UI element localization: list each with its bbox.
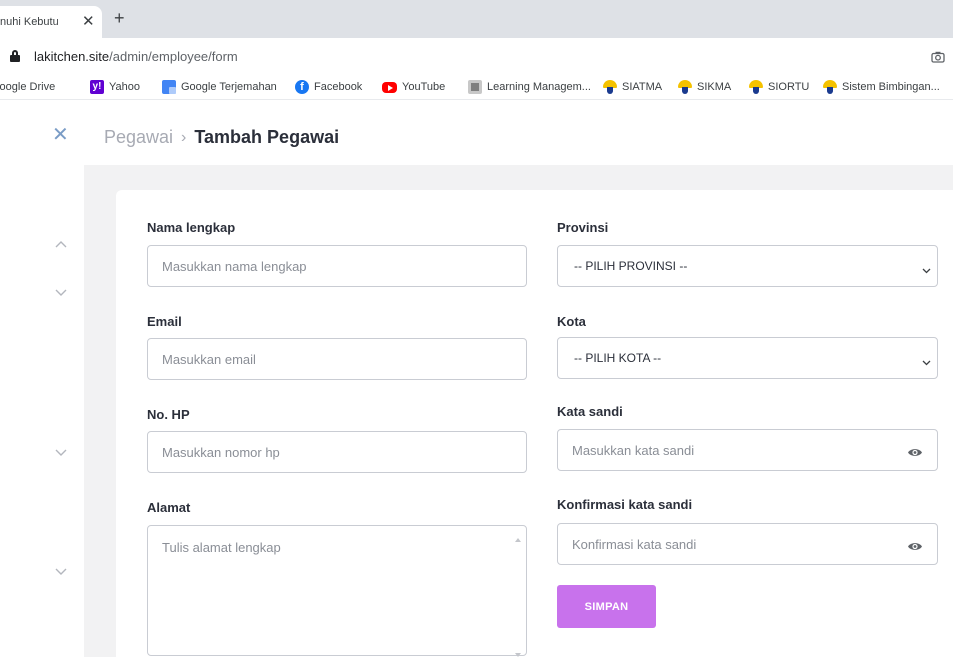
bookmark-google-translate[interactable]: Google Terjemahan [162,79,277,95]
youtube-icon [382,82,397,93]
address-bar[interactable]: lakitchen.site/admin/employee/form [0,38,953,74]
chevron-down-icon[interactable] [55,568,67,580]
kota-selected-value: -- PILIH KOTA -- [574,351,662,365]
new-tab-button[interactable]: + [114,8,125,29]
camera-icon[interactable] [931,50,945,63]
scroll-down-icon[interactable] [514,645,522,657]
atma-icon [603,80,617,94]
close-icon[interactable]: ✕ [52,125,69,145]
chevron-down-icon[interactable] [55,289,67,301]
bookmark-siortu[interactable]: SIORTU [749,79,809,95]
bookmark-sistem-bimbingan[interactable]: Sistem Bimbingan... [823,79,940,95]
kota-label: Kota [557,314,586,329]
bookmark-siatma[interactable]: SIATMA [603,79,662,95]
bookmark-label: SIATMA [622,81,663,93]
simpan-button[interactable]: SIMPAN [557,585,656,628]
hp-input[interactable] [148,432,526,472]
bookmark-label: Google Terjemahan [181,81,277,93]
yahoo-icon: y! [90,80,104,94]
url-text[interactable]: lakitchen.site/admin/employee/form [34,49,238,64]
hp-label: No. HP [147,407,190,422]
bookmark-label: Learning Managem... [487,81,591,93]
scroll-up-icon[interactable] [514,530,522,542]
nama-label: Nama lengkap [147,220,236,235]
bookmark-sikma[interactable]: SIKMA [678,79,731,95]
sandi-label: Kata sandi [557,404,623,419]
page-title: Tambah Pegawai [194,127,340,147]
eye-icon[interactable] [907,445,923,456]
browser-tab[interactable]: nuhi Kebutu ✕ [0,6,102,38]
bookmark-google-drive[interactable]: Google Drive [0,79,55,95]
sandi-field[interactable] [557,429,938,471]
kota-select[interactable]: -- PILIH KOTA -- [557,337,938,379]
alamat-textarea[interactable] [148,526,526,655]
bookmark-learning-management[interactable]: Learning Managem... [468,79,591,95]
bookmark-label: Yahoo [109,81,140,93]
bookmark-label: YouTube [402,81,446,93]
chevron-down-icon [922,262,931,274]
konfirmasi-input[interactable] [558,524,937,564]
nama-input[interactable] [148,246,526,286]
tab-close-icon[interactable]: ✕ [82,12,95,30]
provinsi-selected-value: -- PILIH PROVINSI -- [574,259,688,273]
url-host: lakitchen.site [34,49,110,64]
provinsi-label: Provinsi [557,220,609,235]
konfirmasi-label: Konfirmasi kata sandi [557,497,693,512]
chevron-up-icon[interactable] [55,240,67,252]
url-path: /admin/employee/form [109,49,238,64]
email-input[interactable] [148,339,526,379]
alamat-field[interactable] [147,525,527,657]
tab-title: nuhi Kebutu [0,16,72,28]
browser-tab-strip: nuhi Kebutu ✕ + [0,0,953,38]
chevron-down-icon[interactable] [55,449,67,461]
provinsi-select[interactable]: -- PILIH PROVINSI -- [557,245,938,287]
bookmark-facebook[interactable]: f Facebook [295,79,362,95]
alamat-label: Alamat [147,500,191,515]
atma-icon [823,80,837,94]
bookmark-label: SIKMA [697,81,732,93]
hp-field[interactable] [147,431,527,473]
learning-management-icon [468,80,482,94]
breadcrumb-separator: › [181,128,187,146]
breadcrumb: Pegawai › Tambah Pegawai [104,127,339,148]
sandi-input[interactable] [558,430,937,470]
email-label: Email [147,314,182,329]
chevron-down-icon [922,354,931,366]
eye-icon[interactable] [907,539,923,550]
nama-field[interactable] [147,245,527,287]
bookmark-label: Facebook [314,81,363,93]
konfirmasi-field[interactable] [557,523,938,565]
bookmark-label: Sistem Bimbingan... [842,81,940,93]
google-translate-icon [162,80,176,94]
bookmark-label: SIORTU [768,81,810,93]
bookmark-label: Google Drive [0,81,56,93]
breadcrumb-pegawai-link[interactable]: Pegawai [104,127,173,148]
atma-icon [678,80,692,94]
lock-icon[interactable] [10,50,20,62]
email-field[interactable] [147,338,527,380]
atma-icon [749,80,763,94]
facebook-icon: f [295,80,309,94]
bookmark-youtube[interactable]: YouTube [382,79,445,95]
bookmark-yahoo[interactable]: y! Yahoo [90,79,140,95]
bookmarks-bar: Google Drive y! Yahoo Google Terjemahan … [0,74,953,100]
